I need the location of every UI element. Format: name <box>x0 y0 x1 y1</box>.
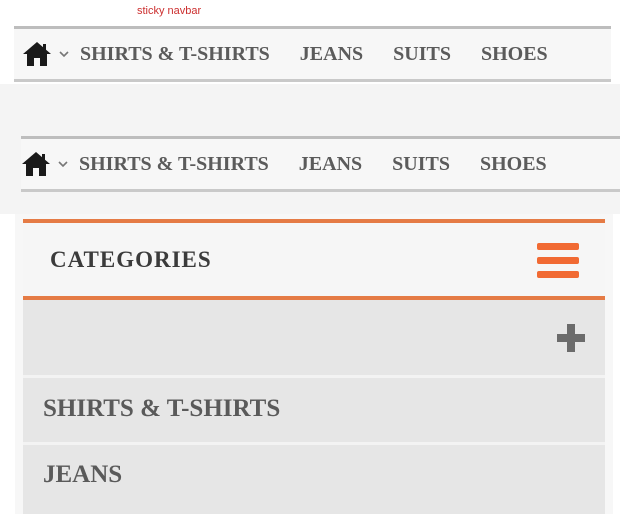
home-menu-item[interactable] <box>21 151 79 177</box>
category-item-label: JEANS <box>43 461 123 488</box>
sticky-navbar-caption: sticky navbar <box>137 5 202 17</box>
chevron-down-icon[interactable] <box>57 158 69 170</box>
categories-expand-row[interactable] <box>23 300 605 378</box>
category-item-jeans[interactable]: JEANS <box>23 445 605 514</box>
nav-link-shoes[interactable]: SHOES <box>481 43 548 66</box>
categories-header: CATEGORIES <box>23 219 605 300</box>
category-item-label: SHIRTS & T-SHIRTS <box>43 395 281 422</box>
nav-link-jeans[interactable]: JEANS <box>300 43 363 66</box>
hamburger-menu-icon[interactable] <box>537 243 579 279</box>
home-icon[interactable] <box>21 151 51 177</box>
chevron-down-icon[interactable] <box>58 48 70 60</box>
sticky-navbar: SHIRTS & T-SHIRTS JEANS SUITS SHOES <box>14 26 611 82</box>
home-menu-item[interactable] <box>22 41 80 67</box>
nav-link-suits[interactable]: SUITS <box>392 153 450 176</box>
nav-link-shirts[interactable]: SHIRTS & T-SHIRTS <box>79 153 269 176</box>
categories-title: CATEGORIES <box>50 247 212 272</box>
nav-link-jeans[interactable]: JEANS <box>299 153 362 176</box>
nav-link-shoes[interactable]: SHOES <box>480 153 547 176</box>
plus-icon[interactable] <box>557 324 585 352</box>
nav-link-suits[interactable]: SUITS <box>393 43 451 66</box>
category-item-shirts[interactable]: SHIRTS & T-SHIRTS <box>23 378 605 445</box>
home-icon[interactable] <box>22 41 52 67</box>
main-navbar: SHIRTS & T-SHIRTS JEANS SUITS SHOES <box>21 136 620 192</box>
nav-link-shirts[interactable]: SHIRTS & T-SHIRTS <box>80 43 270 66</box>
